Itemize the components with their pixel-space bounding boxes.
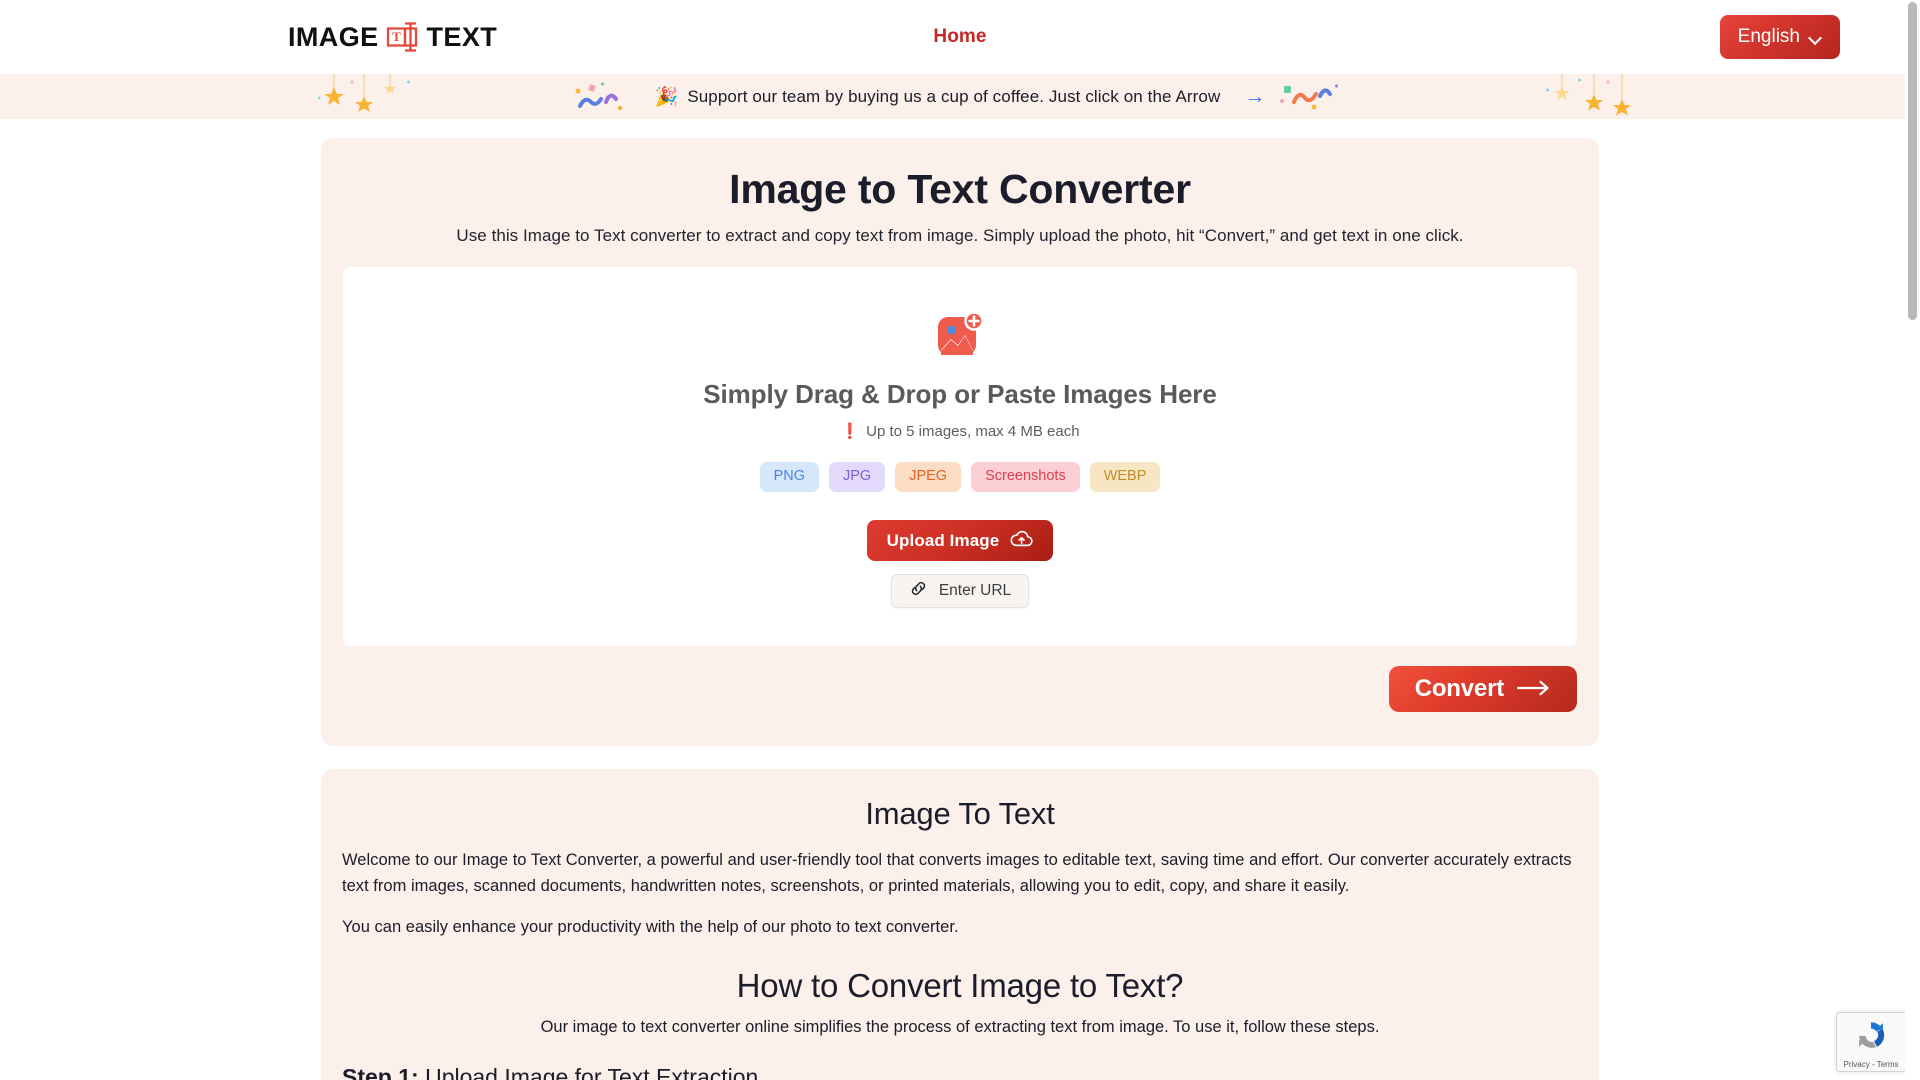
step-1-title: Upload Image for Text Extraction xyxy=(425,1063,759,1080)
language-selector-button[interactable]: English xyxy=(1719,15,1840,59)
convert-button-label: Convert xyxy=(1414,675,1504,703)
language-selector-label: English xyxy=(1737,26,1800,47)
logo-text-image: IMAGE xyxy=(288,21,379,52)
svg-text:T: T xyxy=(392,29,401,44)
article-paragraph-1: Welcome to our Image to Text Converter, … xyxy=(342,851,1572,895)
convert-action-row: Convert xyxy=(321,666,1599,713)
how-to-heading: How to Convert Image to Text? xyxy=(736,966,1184,1004)
link-chain-icon xyxy=(909,579,928,603)
nav-link-home[interactable]: Home xyxy=(933,26,986,48)
format-chip-png: PNG xyxy=(759,462,820,493)
decoration-confetti-right xyxy=(1278,76,1350,119)
format-chip-jpg: JPG xyxy=(829,462,886,493)
page-viewport: IMAGE T TEXT Home English 🎉 Support our … xyxy=(0,0,1920,1080)
logo-frame-icon: T xyxy=(386,22,420,52)
top-navbar: IMAGE T TEXT Home English xyxy=(0,0,1920,74)
logo-text-text: TEXT xyxy=(426,21,498,52)
enter-url-button[interactable]: Enter URL xyxy=(890,574,1030,609)
page-subtitle: Use this Image to Text converter to extr… xyxy=(456,226,1464,246)
dropzone-limit-text: Up to 5 images, max 4 MB each xyxy=(866,422,1080,440)
article-card: Image To Text Welcome to our Image to Te… xyxy=(321,769,1599,1080)
dropzone-title: Simply Drag & Drop or Paste Images Here xyxy=(703,379,1217,410)
upload-image-button[interactable]: Upload Image xyxy=(866,520,1054,562)
site-logo[interactable]: IMAGE T TEXT xyxy=(288,22,497,52)
article-paragraph-2: You can easily enhance your productivity… xyxy=(342,918,959,937)
warning-exclamation-icon: ❗ xyxy=(840,423,860,441)
add-image-icon xyxy=(936,311,984,359)
recaptcha-badge[interactable]: Privacy - Terms xyxy=(1836,1012,1906,1072)
promo-message: Support our team by buying us a cup of c… xyxy=(687,86,1221,106)
page-title: Image to Text Converter xyxy=(729,166,1191,212)
recaptcha-privacy-terms-label[interactable]: Privacy - Terms xyxy=(1844,1060,1899,1069)
format-chip-webp: WEBP xyxy=(1089,462,1161,493)
recaptcha-icon xyxy=(1854,1018,1888,1057)
page-content: Image to Text Converter Use this Image t… xyxy=(0,138,1920,1080)
article-heading: Image To Text xyxy=(865,796,1055,832)
cloud-upload-icon xyxy=(1010,530,1034,552)
step-1-label: Step 1: xyxy=(342,1063,419,1080)
dropzone-limit-note: ❗ Up to 5 images, max 4 MB each xyxy=(840,422,1080,441)
decoration-confetti-left xyxy=(570,78,640,119)
promo-banner: 🎉 Support our team by buying us a cup of… xyxy=(0,74,1920,119)
enter-url-label: Enter URL xyxy=(938,582,1012,600)
party-popper-icon: 🎉 xyxy=(654,86,679,108)
decoration-hanging-stars-left xyxy=(312,74,422,119)
page-scrollbar-thumb[interactable] xyxy=(1908,2,1917,320)
file-dropzone[interactable]: Simply Drag & Drop or Paste Images Here … xyxy=(343,267,1577,647)
promo-arrow-link[interactable]: → xyxy=(1244,86,1265,107)
format-chip-jpeg: JPEG xyxy=(895,462,962,493)
convert-button[interactable]: Convert xyxy=(1388,666,1577,713)
chevron-down-icon xyxy=(1809,33,1822,41)
upload-image-label: Upload Image xyxy=(886,530,1000,550)
format-chip-screenshots: Screenshots xyxy=(971,462,1080,493)
supported-formats-list: PNG JPG JPEG Screenshots WEBP xyxy=(759,462,1161,493)
how-to-subtitle: Our image to text converter online simpl… xyxy=(540,1017,1380,1036)
step-1-heading: Step 1: Upload Image for Text Extraction xyxy=(342,1064,1578,1080)
arrow-right-icon xyxy=(1516,675,1551,703)
promo-content-row: 🎉 Support our team by buying us a cup of… xyxy=(655,85,1266,109)
converter-card: Image to Text Converter Use this Image t… xyxy=(321,138,1599,747)
decoration-hanging-stars-right xyxy=(1532,74,1642,119)
navbar-inner: IMAGE T TEXT Home English xyxy=(20,0,1900,74)
